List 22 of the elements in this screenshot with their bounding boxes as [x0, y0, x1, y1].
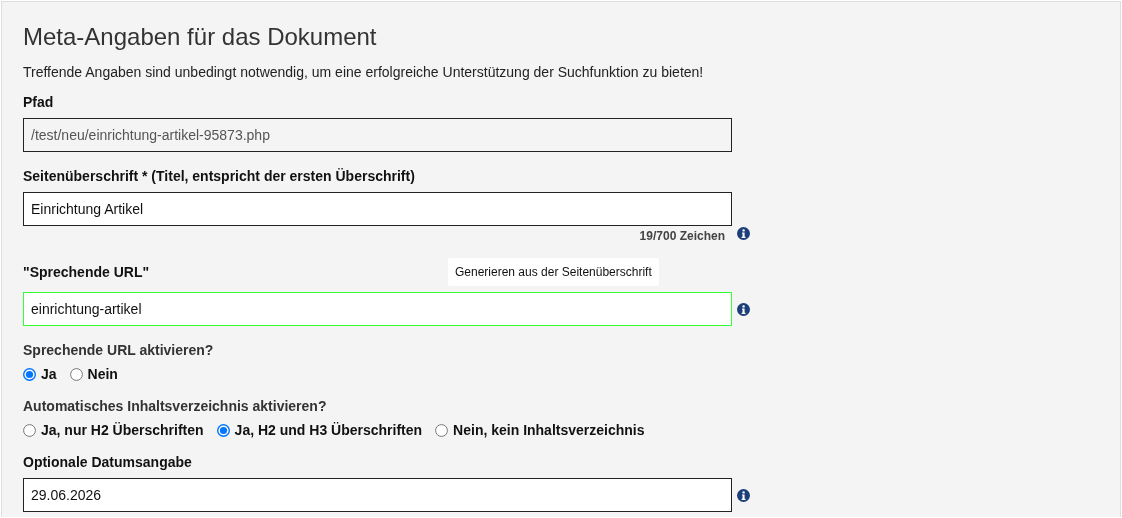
- character-counter: 19/700 Zeichen: [639, 229, 725, 243]
- question-label: Sprechende URL aktivieren?: [23, 342, 214, 358]
- generate-button[interactable]: Generieren aus der Seitenüberschrift: [448, 258, 659, 286]
- info-icon[interactable]: [737, 302, 750, 316]
- input-field[interactable]: 29.06.2026: [23, 478, 732, 512]
- radio-option[interactable]: Ja, nur H2 Überschriften: [23, 422, 204, 438]
- field-label: Pfad: [23, 94, 54, 110]
- input-field[interactable]: Einrichtung Artikel: [23, 192, 732, 226]
- info-icon[interactable]: [737, 488, 750, 502]
- intro-text: Treffende Angaben sind unbedingt notwendig, um eine erfolgreiche Unterstützung der Suchfunktion zu bieten!: [23, 64, 704, 80]
- info-icon[interactable]: [737, 227, 750, 240]
- field-label: "Sprechende URL": [23, 264, 150, 280]
- question-label: Automatisches Inhaltsverzeichnis aktivieren?: [23, 398, 327, 414]
- radio-option[interactable]: Ja: [23, 366, 57, 382]
- radio-option[interactable]: Ja, H2 und H3 Überschriften: [216, 422, 423, 438]
- input-field[interactable]: einrichtung-artikel: [23, 292, 732, 326]
- field-label: Optionale Datumsangabe: [23, 454, 192, 470]
- page-title: Meta-Angaben für das Dokument: [23, 22, 378, 52]
- radio-option[interactable]: Nein: [69, 366, 118, 382]
- input-field[interactable]: /test/neu/einrichtung-artikel-95873.php: [23, 118, 732, 152]
- radio-option[interactable]: Nein, kein Inhaltsverzeichnis: [435, 422, 645, 438]
- field-label: Seitenüberschrift * (Titel, entspricht der ersten Überschrift): [23, 168, 415, 184]
